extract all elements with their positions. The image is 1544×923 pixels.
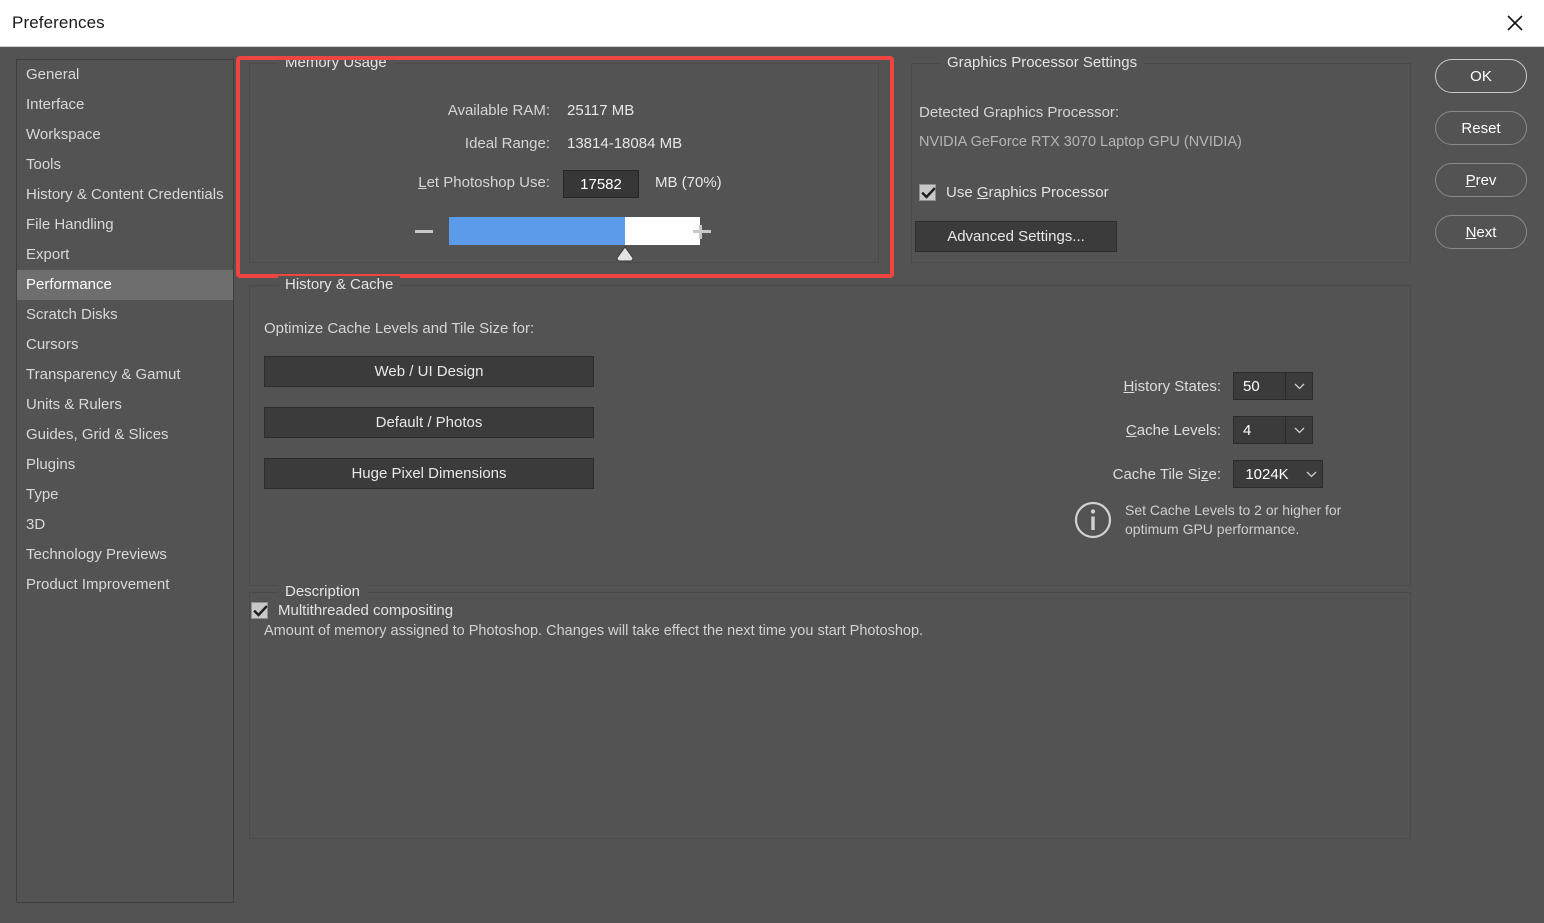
use-graphics-processor-label: Use Graphics Processor — [946, 184, 1109, 201]
preferences-dialog: Preferences GeneralInterfaceWorkspaceToo… — [0, 0, 1544, 923]
description-text: Amount of memory assigned to Photoshop. … — [264, 623, 923, 639]
let-photoshop-use-accel: L — [418, 174, 426, 191]
sidebar-item-technology-previews[interactable]: Technology Previews — [17, 540, 233, 570]
cache-info-hint: Set Cache Levels to 2 or higher for opti… — [1073, 500, 1341, 540]
history-cache-panel: History & Cache Optimize Cache Levels an… — [249, 285, 1411, 586]
let-photoshop-use-label-rest: et Photoshop Use: — [427, 174, 550, 191]
memory-usage-panel: Memory Usage Available RAM: 25117 MB Ide… — [249, 63, 879, 263]
sidebar-item-performance[interactable]: Performance — [17, 270, 233, 300]
let-photoshop-use-label: Let Photoshop Use: — [310, 174, 550, 191]
use-gpu-prefix: Use — [946, 184, 977, 201]
use-gpu-accel: G — [977, 184, 989, 201]
advanced-settings-button[interactable]: Advanced Settings... — [915, 221, 1117, 252]
sidebar-item-type[interactable]: Type — [17, 480, 233, 510]
use-graphics-processor-checkbox[interactable]: Use Graphics Processor — [919, 184, 1109, 201]
available-ram-value: 25117 MB — [567, 102, 634, 119]
sidebar-item-workspace[interactable]: Workspace — [17, 120, 233, 150]
cache-tile-size-label-post: e: — [1208, 466, 1221, 483]
memory-slider[interactable] — [405, 214, 725, 256]
sidebar-item-3d[interactable]: 3D — [17, 510, 233, 540]
title-bar: Preferences — [0, 0, 1544, 47]
cache-levels-value: 4 — [1234, 422, 1285, 439]
next-button[interactable]: Next — [1435, 215, 1527, 249]
checkbox-box — [919, 184, 936, 201]
minus-icon[interactable] — [413, 220, 435, 242]
page-title: Preferences — [12, 13, 105, 33]
history-states-dropdown[interactable]: 50 — [1233, 372, 1313, 400]
cache-info-line1: Set Cache Levels to 2 or higher for — [1125, 502, 1341, 518]
info-icon — [1073, 500, 1113, 540]
cache-levels-label-rest: ache Levels: — [1137, 422, 1221, 439]
ok-button[interactable]: OK — [1435, 59, 1527, 93]
description-legend: Description — [278, 583, 367, 600]
sidebar-item-export[interactable]: Export — [17, 240, 233, 270]
chevron-down-icon — [1285, 417, 1312, 443]
next-button-label: ext — [1476, 224, 1496, 241]
reset-button[interactable]: Reset — [1435, 111, 1527, 145]
sidebar-item-interface[interactable]: Interface — [17, 90, 233, 120]
category-list[interactable]: GeneralInterfaceWorkspaceToolsHistory & … — [16, 59, 234, 903]
history-states-label-rest: istory States: — [1134, 378, 1221, 395]
cache-levels-accel: C — [1126, 422, 1137, 439]
cache-tile-size-dropdown[interactable]: 1024K — [1233, 460, 1323, 488]
sidebar-item-scratch-disks[interactable]: Scratch Disks — [17, 300, 233, 330]
detected-gpu-value: NVIDIA GeForce RTX 3070 Laptop GPU (NVID… — [919, 134, 1242, 150]
sidebar-item-history-content-credentials[interactable]: History & Content Credentials — [17, 180, 233, 210]
default-photos-button[interactable]: Default / Photos — [264, 407, 594, 438]
available-ram-label: Available RAM: — [310, 102, 550, 119]
close-icon[interactable] — [1486, 0, 1544, 46]
optimize-cache-label: Optimize Cache Levels and Tile Size for: — [264, 320, 534, 337]
sidebar-item-cursors[interactable]: Cursors — [17, 330, 233, 360]
memory-unit-percent: MB (70%) — [655, 174, 722, 191]
description-panel: Description Amount of memory assigned to… — [249, 592, 1411, 839]
cache-info-text: Set Cache Levels to 2 or higher for opti… — [1125, 500, 1341, 539]
cache-tile-size-row: Cache Tile Size: 1024K — [1072, 460, 1323, 488]
sidebar-item-transparency-gamut[interactable]: Transparency & Gamut — [17, 360, 233, 390]
history-cache-legend: History & Cache — [278, 276, 400, 293]
prev-button[interactable]: Prev — [1435, 163, 1527, 197]
sidebar-item-general[interactable]: General — [17, 60, 233, 90]
sidebar-item-tools[interactable]: Tools — [17, 150, 233, 180]
detected-gpu-label: Detected Graphics Processor: — [919, 104, 1119, 121]
cache-levels-label: Cache Levels: — [1086, 422, 1221, 439]
let-photoshop-use-input[interactable] — [563, 170, 639, 198]
memory-usage-legend: Memory Usage — [278, 54, 394, 71]
prev-button-label: rev — [1476, 172, 1497, 189]
dialog-body: GeneralInterfaceWorkspaceToolsHistory & … — [0, 47, 1544, 923]
plus-icon[interactable] — [691, 220, 713, 242]
history-states-value: 50 — [1234, 378, 1285, 395]
slider-fill — [449, 217, 625, 245]
cache-info-line2: optimum GPU performance. — [1125, 521, 1299, 537]
chevron-down-icon — [1285, 373, 1312, 399]
cache-levels-dropdown[interactable]: 4 — [1233, 416, 1313, 444]
sidebar-item-file-handling[interactable]: File Handling — [17, 210, 233, 240]
cache-tile-size-value: 1024K — [1234, 466, 1300, 483]
history-states-label: History States: — [1086, 378, 1221, 395]
ideal-range-label: Ideal Range: — [310, 135, 550, 152]
history-states-accel: H — [1123, 378, 1134, 395]
web-ui-design-button[interactable]: Web / UI Design — [264, 356, 594, 387]
ideal-range-value: 13814-18084 MB — [567, 135, 682, 152]
sidebar-item-guides-grid-slices[interactable]: Guides, Grid & Slices — [17, 420, 233, 450]
sidebar-item-product-improvement[interactable]: Product Improvement — [17, 570, 233, 600]
use-gpu-rest: raphics Processor — [989, 184, 1109, 201]
cache-tile-size-label: Cache Tile Size: — [1072, 466, 1221, 483]
next-button-accel: N — [1466, 224, 1477, 241]
graphics-processor-legend: Graphics Processor Settings — [940, 54, 1144, 71]
sidebar-item-units-rulers[interactable]: Units & Rulers — [17, 390, 233, 420]
slider-track[interactable] — [449, 217, 700, 245]
sidebar-item-plugins[interactable]: Plugins — [17, 450, 233, 480]
history-states-row: History States: 50 — [1086, 372, 1313, 400]
chevron-down-icon — [1300, 461, 1322, 487]
huge-pixel-dimensions-button[interactable]: Huge Pixel Dimensions — [264, 458, 594, 489]
cache-tile-size-label-pre: Cache Tile Si — [1113, 466, 1201, 483]
cache-levels-row: Cache Levels: 4 — [1086, 416, 1313, 444]
graphics-processor-panel: Graphics Processor Settings Detected Gra… — [911, 63, 1411, 263]
prev-button-accel: P — [1466, 172, 1476, 189]
